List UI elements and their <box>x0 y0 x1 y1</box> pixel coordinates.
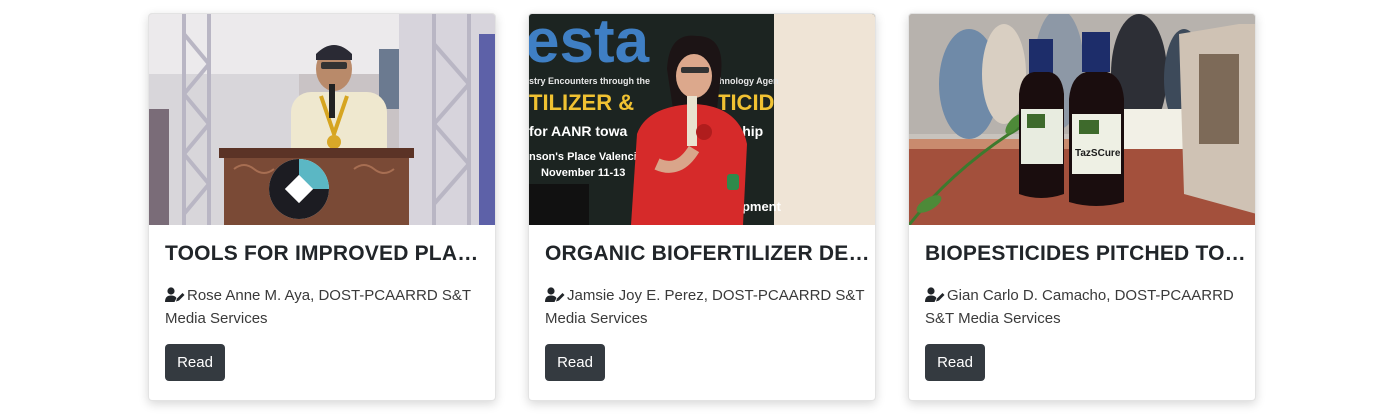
article-image[interactable]: TazSCure <box>909 14 1255 225</box>
banner-heading-text: esta <box>529 14 650 76</box>
article-card: esta stry Encounters through the chnolog… <box>528 13 876 401</box>
speaker-at-podium-photo <box>149 14 495 225</box>
author-text: Gian Carlo D. Camacho, DOST-PCAARRD S&T … <box>925 287 1234 327</box>
article-byline: Gian Carlo D. Camacho, DOST-PCAARRD S&T … <box>925 284 1249 330</box>
article-title[interactable]: TOOLS FOR IMPROVED PLANT … <box>165 242 491 266</box>
read-button[interactable]: Read <box>165 344 225 381</box>
article-title[interactable]: BIOPESTICIDES PITCHED TO P… <box>925 242 1251 266</box>
article-title[interactable]: ORGANIC BIOFERTILIZER DEV… <box>545 242 871 266</box>
user-edit-icon <box>545 287 565 302</box>
article-card: TazSCure BIOPESTICIDES PITCHED TO P… Gia… <box>908 13 1256 401</box>
bottle-label-text: TazSCure <box>1075 148 1121 159</box>
article-image[interactable] <box>149 14 495 225</box>
biopesticide-bottles-photo: TazSCure <box>909 14 1255 225</box>
author-text: Rose Anne M. Aya, DOST-PCAARRD S&T Media… <box>165 287 471 327</box>
svg-text:chnology Agen: chnology Agen <box>714 76 779 86</box>
svg-text:nson's Place Valenci: nson's Place Valenci <box>529 151 637 163</box>
article-byline: Rose Anne M. Aya, DOST-PCAARRD S&T Media… <box>165 284 489 330</box>
speaker-with-banner-photo: esta stry Encounters through the chnolog… <box>529 14 875 225</box>
user-edit-icon <box>165 287 185 302</box>
svg-text:TILIZER &: TILIZER & <box>529 90 634 115</box>
article-image[interactable]: esta stry Encounters through the chnolog… <box>529 14 875 225</box>
user-edit-icon <box>925 287 945 302</box>
read-button[interactable]: Read <box>545 344 605 381</box>
author-text: Jamsie Joy E. Perez, DOST-PCAARRD S&T Me… <box>545 287 865 327</box>
svg-text:TICID: TICID <box>717 90 774 115</box>
svg-text:stry Encounters through the: stry Encounters through the <box>529 76 650 86</box>
article-card: TOOLS FOR IMPROVED PLANT … Rose Anne M. … <box>148 13 496 401</box>
svg-text:November 11-13: November 11-13 <box>541 167 625 179</box>
read-button[interactable]: Read <box>925 344 985 381</box>
article-byline: Jamsie Joy E. Perez, DOST-PCAARRD S&T Me… <box>545 284 869 330</box>
svg-text:for AANR towa: for AANR towa <box>529 123 627 139</box>
